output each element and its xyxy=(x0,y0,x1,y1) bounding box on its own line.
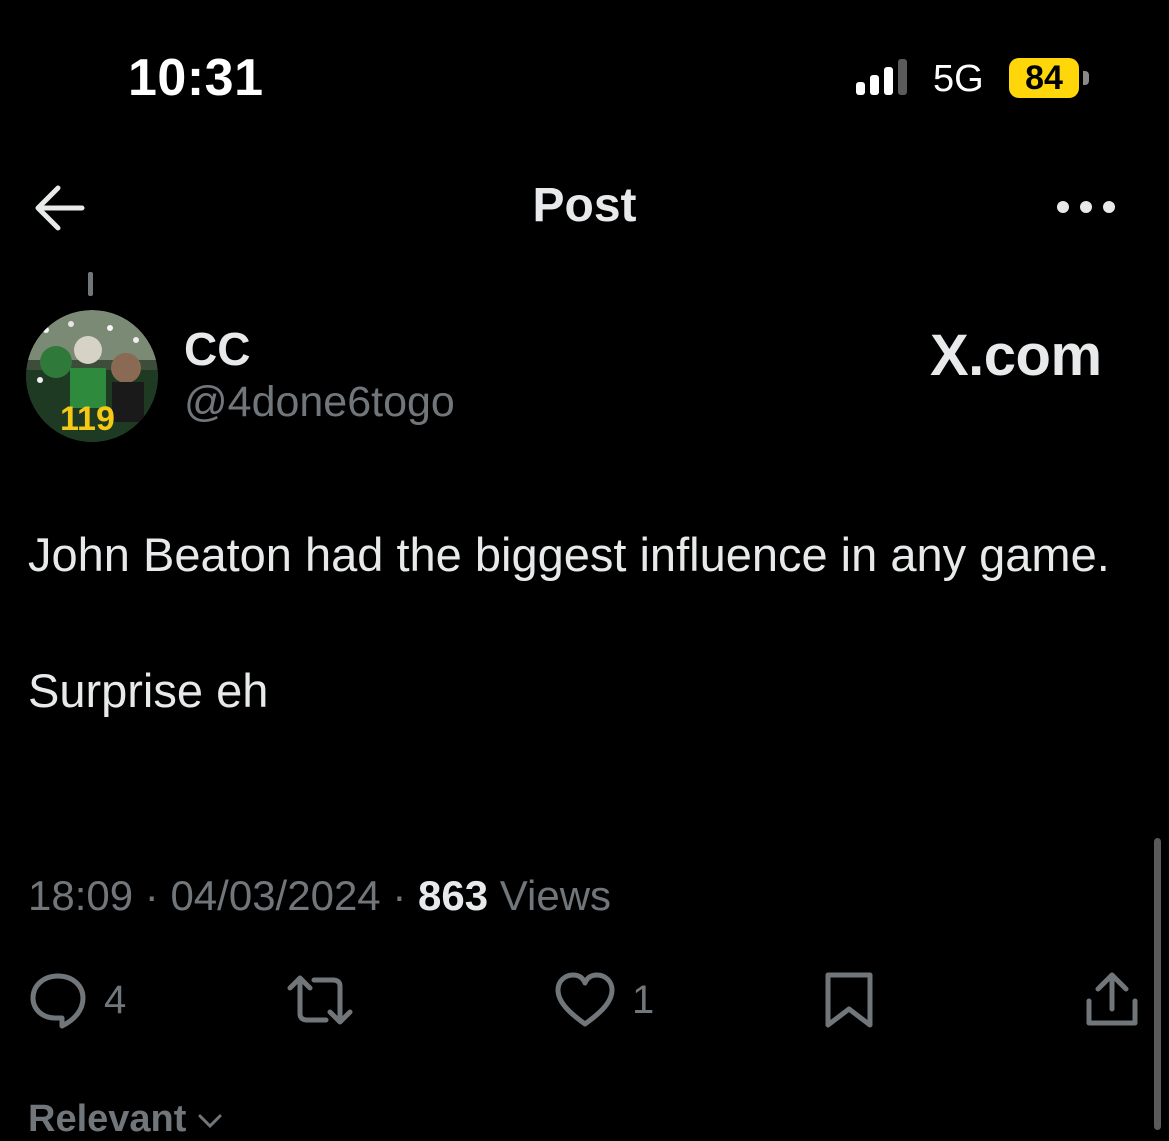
post-meta: 18:09 · 04/03/2024 · 863 Views xyxy=(28,872,611,920)
battery-cap xyxy=(1083,71,1089,85)
reply-icon xyxy=(30,973,86,1029)
avatar[interactable]: 119 xyxy=(26,310,158,442)
reply-button[interactable]: 4 xyxy=(28,970,126,1030)
battery-indicator: 84 xyxy=(1009,58,1093,98)
author-name[interactable]: CC xyxy=(184,322,250,376)
share-icon xyxy=(1086,972,1138,1026)
signal-strength-icon xyxy=(856,59,907,95)
post-date: 04/03/2024 xyxy=(170,872,381,919)
page-title: Post xyxy=(532,179,637,232)
post-paragraph: John Beaton had the biggest influence in… xyxy=(28,528,1110,581)
reply-sort-selector[interactable]: Relevant xyxy=(28,1098,223,1141)
source-label: X.com xyxy=(930,323,1102,388)
author-handle[interactable]: @4done6togo xyxy=(184,378,455,427)
sort-label: Relevant xyxy=(28,1098,187,1140)
bookmark-button[interactable] xyxy=(822,970,876,1030)
avatar-badge-number: 119 xyxy=(60,400,115,438)
chevron-down-icon xyxy=(198,1114,222,1129)
post-time: 18:09 xyxy=(28,872,134,919)
status-time: 10:31 xyxy=(128,49,264,107)
post-paragraph: Surprise eh xyxy=(28,664,269,717)
battery-level: 84 xyxy=(1025,59,1063,97)
bookmark-icon xyxy=(825,972,873,1028)
more-horizontal-icon[interactable] xyxy=(1055,190,1117,224)
views-count[interactable]: 863 xyxy=(418,872,488,919)
heart-icon xyxy=(555,972,615,1027)
like-button[interactable]: 1 xyxy=(554,970,654,1030)
thread-connector-line xyxy=(88,272,93,296)
like-count: 1 xyxy=(632,977,655,1022)
meta-separator: · xyxy=(392,872,407,919)
repost-button[interactable] xyxy=(286,970,370,1030)
meta-separator: · xyxy=(144,872,159,919)
repost-icon xyxy=(287,975,353,1025)
share-button[interactable] xyxy=(1084,970,1140,1030)
network-type: 5G xyxy=(933,58,984,100)
scrollbar[interactable] xyxy=(1154,838,1161,1130)
reply-count: 4 xyxy=(104,977,127,1022)
views-label[interactable]: Views xyxy=(500,872,611,919)
post-text: John Beaton had the biggest influence in… xyxy=(28,520,1138,726)
